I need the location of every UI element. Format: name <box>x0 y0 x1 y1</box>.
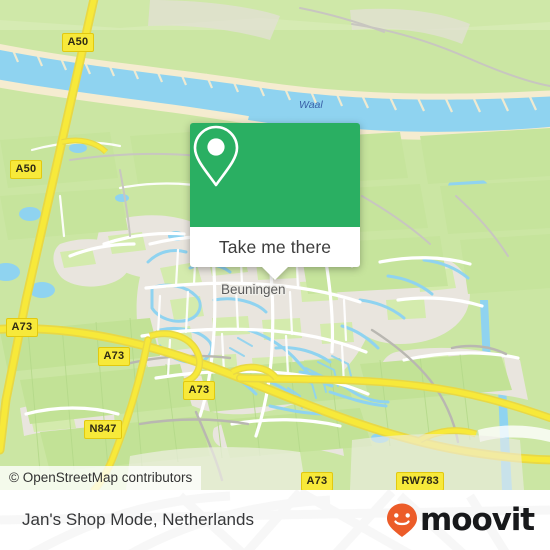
road-shield: A50 <box>10 160 42 179</box>
location-title: Jan's Shop Mode, Netherlands <box>22 510 254 529</box>
road-shield: A73 <box>98 347 130 366</box>
place-label-beuningen: Beuningen <box>221 282 286 297</box>
callout-button-area[interactable]: Take me there <box>190 227 360 280</box>
road-shield: A73 <box>6 318 38 337</box>
moovit-logo[interactable]: moovit <box>385 501 535 538</box>
moovit-map-page: A50 A50 A73 A73 A73 N847 A73 RW783 Waal … <box>0 0 550 550</box>
callout-icon-area <box>190 123 360 227</box>
map-pin-icon <box>193 125 239 187</box>
take-me-there-callout[interactable]: Take me there <box>190 123 360 280</box>
road-shield: A73 <box>301 472 333 490</box>
road-shield: RW783 <box>396 472 445 490</box>
osm-attribution[interactable]: © OpenStreetMap contributors <box>0 466 202 490</box>
callout-tail-icon <box>262 267 288 280</box>
water-label-waal: Waal <box>299 99 323 111</box>
moovit-wordmark: moovit <box>420 501 535 538</box>
take-me-there-label: Take me there <box>218 236 332 257</box>
road-shield: A73 <box>183 381 215 400</box>
map-canvas[interactable]: A50 A50 A73 A73 A73 N847 A73 RW783 Waal … <box>0 0 550 490</box>
road-shield: N847 <box>84 420 123 439</box>
moovit-smiley-pin-icon <box>387 503 418 537</box>
road-shield: A50 <box>62 33 94 52</box>
footer-bar: Jan's Shop Mode, Netherlands moovit <box>0 490 550 550</box>
